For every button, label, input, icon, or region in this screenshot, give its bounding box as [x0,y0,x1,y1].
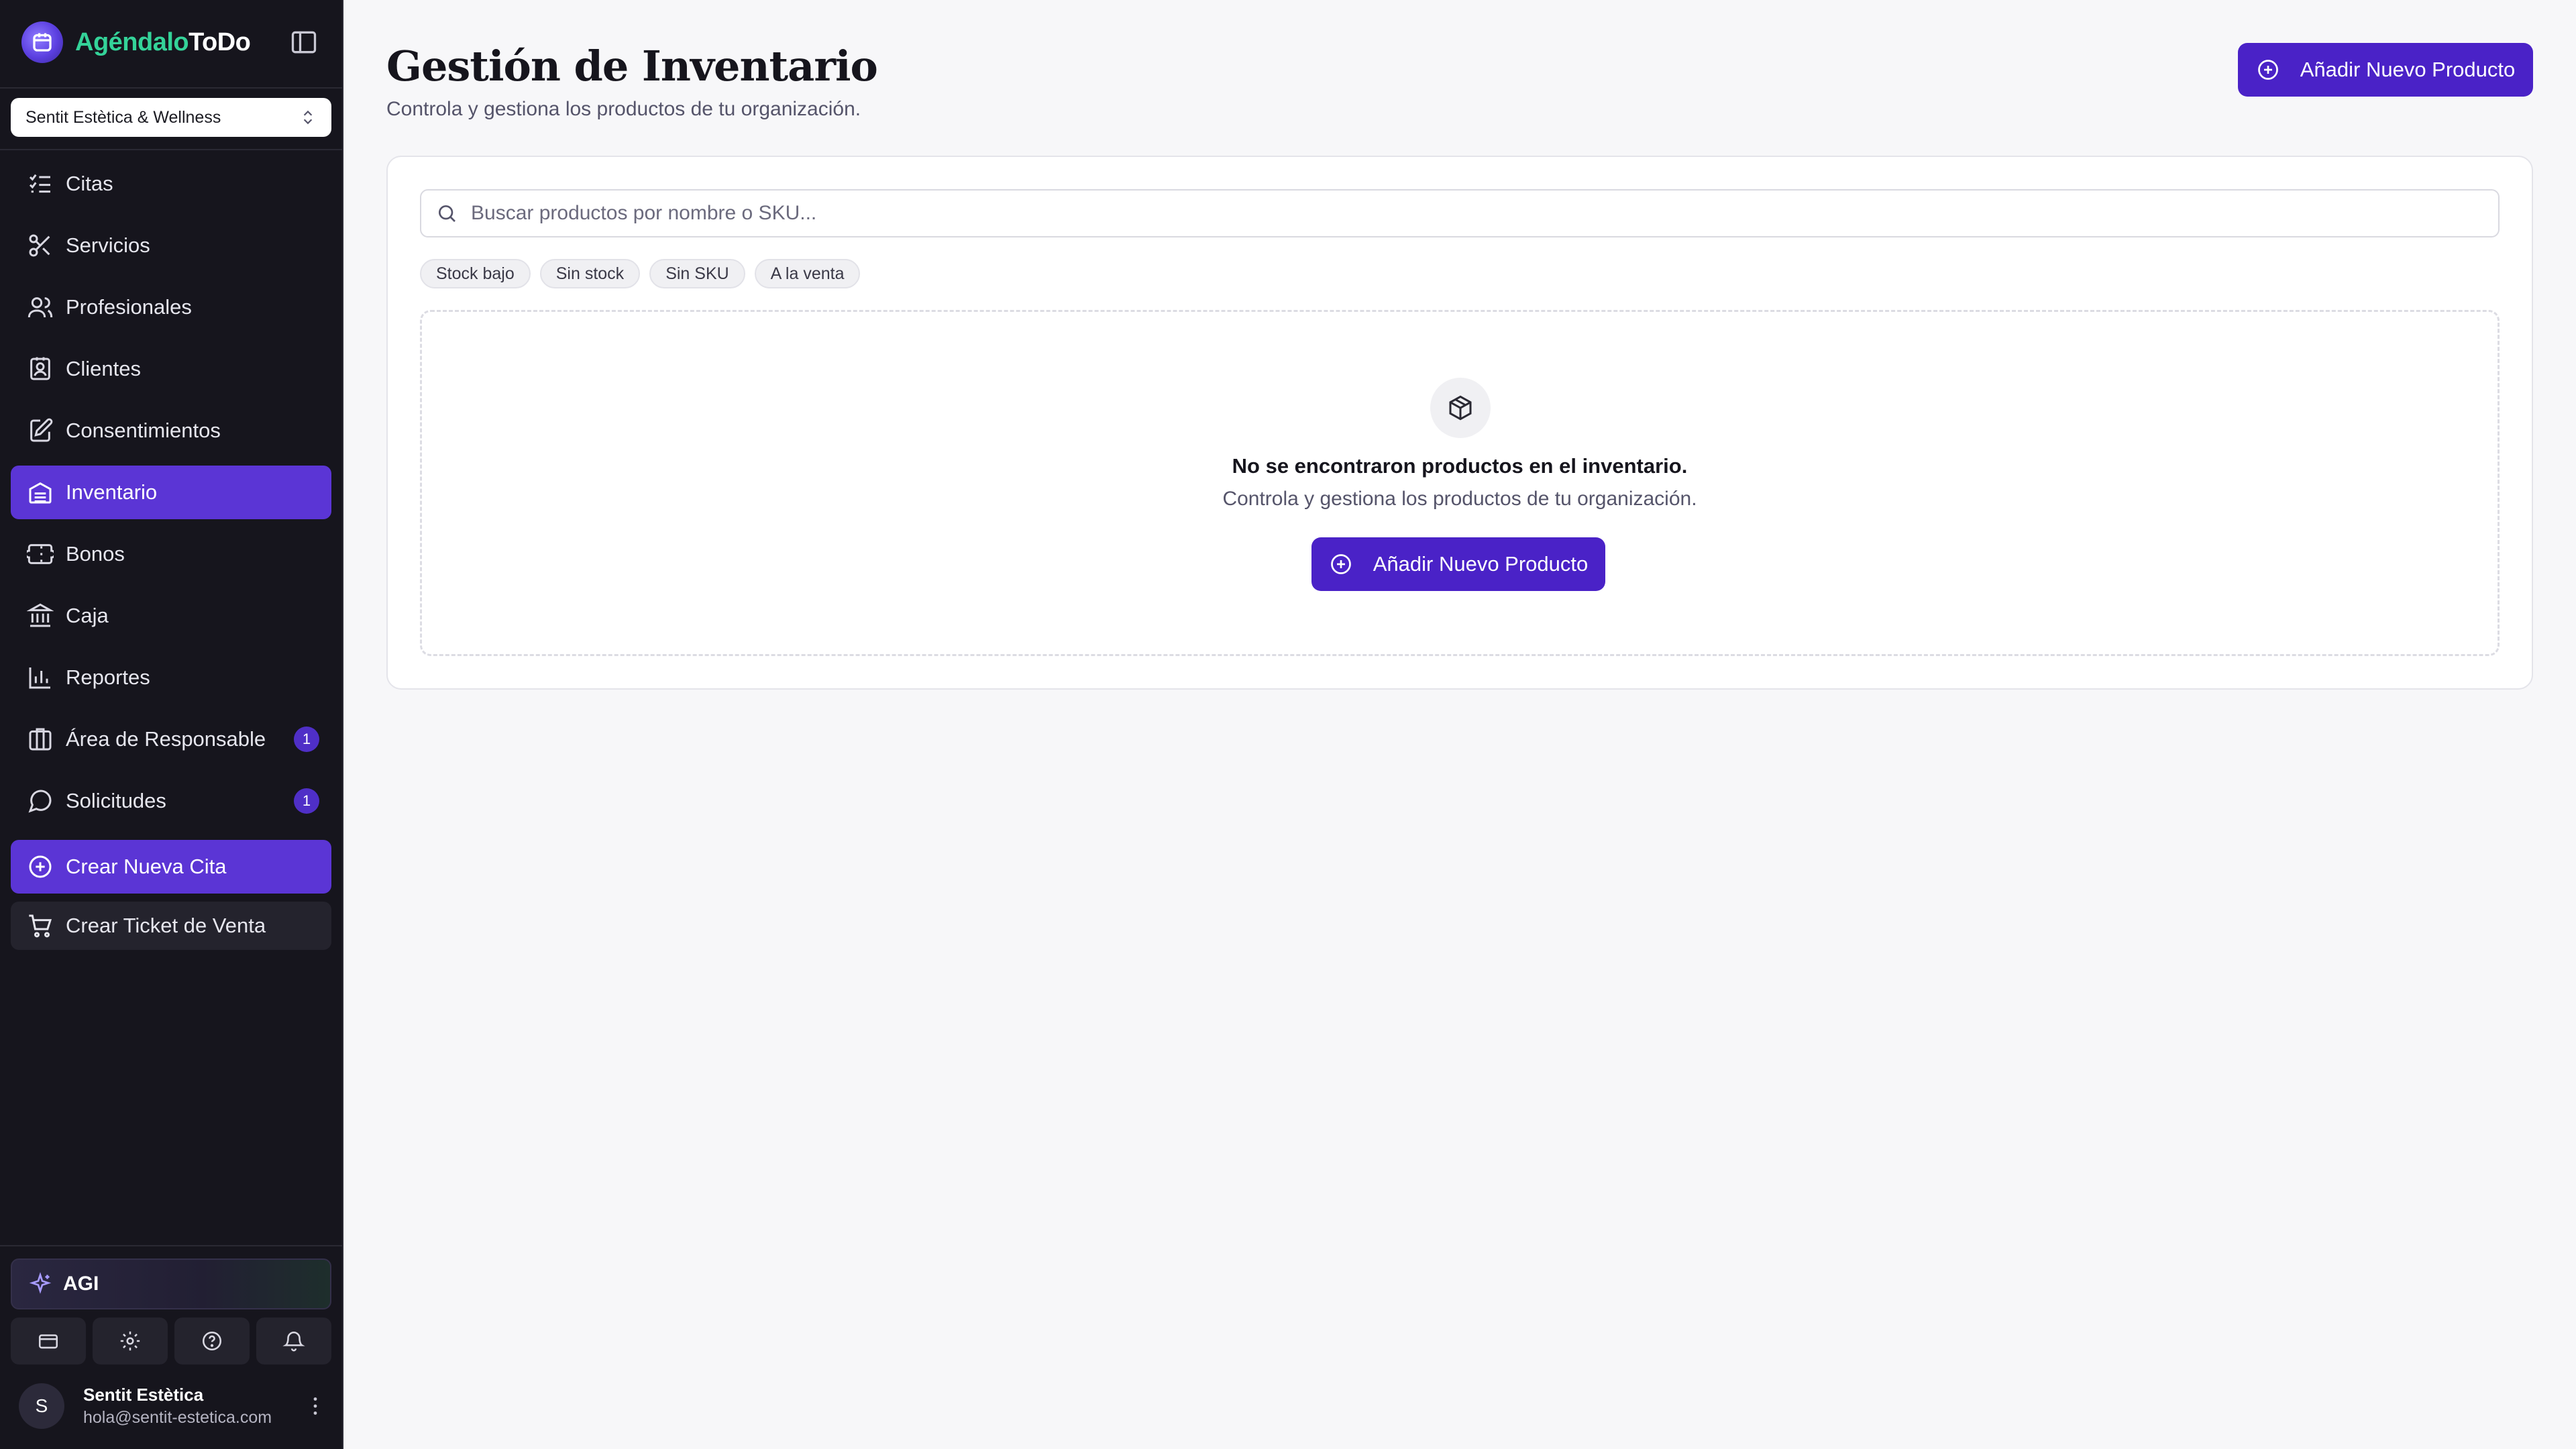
search-icon [439,205,455,222]
divider [0,87,342,89]
notification-badge: 1 [294,727,319,752]
search-input[interactable] [470,201,2418,225]
sidebar-item-label: Bonos [66,542,125,566]
empty-state: No se encontraron productos en el invent… [420,310,2500,656]
message-circle-icon [28,790,52,813]
help-button[interactable] [174,1318,250,1364]
brand-name-part1: Agéndalo [75,28,189,56]
building-icon [29,728,52,751]
sidebar-item-label: Clientes [66,357,141,380]
list-check-icon [29,174,50,193]
settings-button[interactable] [93,1318,168,1364]
create-ticket-label: Crear Ticket de Venta [66,914,266,937]
notifications-button[interactable] [256,1318,331,1364]
sidebar-item-bonos[interactable]: Bonos [11,527,331,581]
sidebar-item-reportes[interactable]: Reportes [11,651,331,704]
create-appointment-label: Crear Nueva Cita [66,855,227,878]
inventory-icon [29,482,52,504]
more-vertical-icon[interactable] [303,1394,327,1418]
contact-book-icon [30,357,50,380]
sidebar-item-label: Solicitudes [66,789,166,812]
divider [0,149,342,150]
sidebar-item-label: Profesionales [66,295,192,319]
filter-chip-sin-stock[interactable]: Sin stock [539,259,641,288]
sidebar-item-label: Citas [66,172,113,195]
sidebar-item-servicios[interactable]: Servicios [11,219,331,272]
sidebar-item-area-de-responsable[interactable]: Área de Responsable 1 [11,712,331,766]
sidebar-item-inventario[interactable]: Inventario [11,466,331,519]
agi-label: AGI [63,1273,99,1295]
utility-toolbar [11,1318,331,1364]
sidebar-item-citas[interactable]: Citas [11,157,331,211]
plus-circle-icon [1330,554,1351,574]
package-icon [1430,378,1491,438]
shopping-cart-icon [29,914,52,938]
sparkles-icon [29,1272,52,1294]
organization-select-value: Sentit Estètica & Wellness [25,107,221,127]
sidebar-item-profesionales[interactable]: Profesionales [11,280,331,334]
page-subtitle: Controla y gestiona los productos de tu … [386,98,861,120]
create-ticket-button[interactable]: Crear Ticket de Venta [11,902,331,950]
scissors-icon [29,234,50,257]
billing-button[interactable] [11,1318,86,1364]
avatar: S [19,1383,64,1429]
organization-select[interactable]: Sentit Estètica & Wellness [11,98,331,137]
agi-assistant-button[interactable]: AGI [11,1258,331,1309]
sidebar-item-solicitudes[interactable]: Solicitudes 1 [11,774,331,828]
sidebar: AgéndaloToDo Sentit Estètica & Wellness … [0,0,343,1449]
inventory-card: Stock bajo Sin stock Sin SKU A la venta … [386,156,2533,690]
sidebar-item-label: Caja [66,604,109,627]
empty-state-description: Controla y gestiona los productos de tu … [1222,488,1697,510]
filter-chip-sin-sku[interactable]: Sin SKU [649,259,745,288]
sidebar-toggle-icon[interactable] [286,24,322,60]
plus-circle-icon [2257,60,2278,80]
filter-chips: Stock bajo Sin stock Sin SKU A la venta [420,259,869,288]
sidebar-item-label: Consentimientos [66,419,221,442]
search-bar[interactable] [420,189,2500,237]
create-appointment-button[interactable]: Crear Nueva Cita [11,840,331,894]
sidebar-item-label: Reportes [66,665,150,689]
empty-state-add-product-button[interactable]: Añadir Nuevo Producto [1311,537,1605,591]
brand-name-part2: ToDo [189,28,251,56]
bank-icon [27,603,54,627]
divider [0,1245,342,1246]
sidebar-item-clientes[interactable]: Clientes [11,342,331,396]
add-product-button[interactable]: Añadir Nuevo Producto [2238,43,2533,97]
user-profile[interactable]: S Sentit Estètica hola@sentit-estetica.c… [19,1382,327,1430]
sidebar-item-caja[interactable]: Caja [11,589,331,643]
sidebar-nav: Citas Servicios Profesionales Clientes C… [11,157,331,836]
ticket-icon [27,544,54,564]
bell-icon [282,1332,305,1352]
plus-circle-icon [29,855,52,878]
notification-badge: 1 [294,788,319,814]
sidebar-item-label: Servicios [66,233,150,257]
filter-chip-a-la-venta[interactable]: A la venta [754,259,861,288]
users-icon [28,297,53,318]
brand-logo-icon [21,21,63,63]
sidebar-item-consentimientos[interactable]: Consentimientos [11,404,331,458]
user-name: Sentit Estètica [83,1385,204,1405]
user-info: Sentit Estètica hola@sentit-estetica.com [83,1385,303,1428]
add-product-label: Añadir Nuevo Producto [2300,58,2516,81]
sidebar-item-label: Área de Responsable [66,727,266,751]
sidebar-item-label: Inventario [66,480,158,504]
credit-card-icon [38,1334,58,1349]
user-email: hola@sentit-estetica.com [83,1408,272,1427]
gear-icon [120,1331,140,1351]
chevron-up-down-icon [303,110,313,125]
page-title: Gestión de Inventario [386,42,878,91]
filter-chip-stock-bajo[interactable]: Stock bajo [420,259,531,288]
brand[interactable]: AgéndaloToDo [21,21,322,63]
bar-chart-icon [29,667,50,689]
empty-state-title: No se encontraron productos en el invent… [1232,454,1688,478]
empty-state-add-product-label: Añadir Nuevo Producto [1373,552,1589,576]
brand-name: AgéndaloToDo [75,28,251,57]
help-circle-icon [202,1331,222,1351]
file-pen-icon [30,418,53,442]
